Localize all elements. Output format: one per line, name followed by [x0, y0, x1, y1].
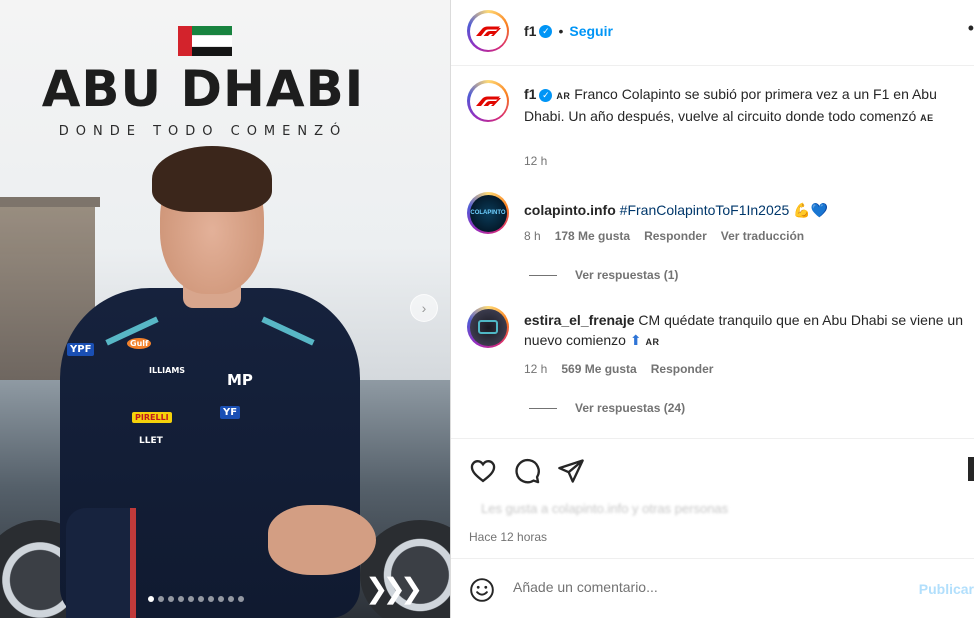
sponsor-logo: MP [227, 371, 253, 389]
view-replies-label: Ver respuestas (1) [575, 268, 679, 282]
heart-icon[interactable] [469, 457, 497, 485]
sponsor-logo: LLET [139, 436, 163, 446]
comment-item: estira_el_frenaje CM quédate tranquilo q… [467, 306, 967, 386]
post-sidebar: f1 ✓ • Seguir • f1 ✓ AR Franco Colapinto … [451, 0, 974, 618]
carousel-dot [208, 596, 214, 602]
image-headline: ABU DHABI [41, 60, 365, 118]
carousel-dot [158, 596, 164, 602]
verified-badge-icon: ✓ [539, 24, 553, 38]
driver-hands [268, 505, 376, 575]
caption-time[interactable]: 12 h [524, 154, 547, 168]
carousel-dot [178, 596, 184, 602]
carousel-dot [218, 596, 224, 602]
carousel-dot [168, 596, 174, 602]
sponsor-logo: YF [220, 406, 241, 419]
carousel-next-button[interactable]: › [410, 294, 438, 322]
reply-button[interactable]: Responder [644, 229, 707, 243]
driver-photo: YPF Gulf ILLIAMS MP YF PIRELLI LLET [40, 146, 380, 618]
translate-button[interactable]: Ver traducción [721, 229, 804, 243]
post-timestamp[interactable]: Hace 12 horas [469, 530, 547, 544]
carousel-dot [198, 596, 204, 602]
post-caption: f1 ✓ AR Franco Colapinto se subió por pri… [467, 80, 967, 175]
share-icon[interactable] [557, 457, 585, 485]
bookmark-icon[interactable] [968, 457, 974, 481]
f1-avatar[interactable] [467, 80, 509, 122]
emoji-icon[interactable] [469, 577, 495, 603]
commenter-avatar[interactable]: COLAPINTO [467, 192, 509, 234]
header-username[interactable]: f1 [524, 23, 536, 39]
sponsor-logo: ILLIAMS [149, 366, 186, 375]
chevron-right-icon: › [421, 300, 427, 316]
f1-logo-icon [476, 96, 501, 106]
comment-username[interactable]: estira_el_frenaje [524, 312, 635, 328]
view-replies-label: Ver respuestas (24) [575, 401, 686, 415]
flag-tag: AR [556, 91, 571, 101]
post-actions: Les gusta a colapinto.info y otras perso… [451, 438, 974, 558]
follow-button[interactable]: Seguir [569, 23, 613, 39]
view-replies-button[interactable]: Ver respuestas (24) [529, 401, 685, 415]
f1-logo-icon [476, 26, 501, 36]
likes-summary[interactable]: Les gusta a colapinto.info y otras perso… [481, 501, 728, 516]
comment-item: COLAPINTO colapinto.info #FranColapintoT… [467, 192, 967, 252]
post-header: f1 ✓ • Seguir • [451, 0, 974, 66]
chevrons-graphic: ❯❯❯ [365, 572, 423, 605]
sponsor-logo: Gulf [127, 338, 152, 349]
uae-flag-icon [178, 26, 232, 56]
carousel-dots [148, 596, 244, 602]
verified-badge-icon: ✓ [539, 88, 553, 102]
flag-tag: AE [920, 113, 934, 123]
comment-time[interactable]: 8 h [524, 229, 541, 243]
post-image[interactable]: ABU DHABI DONDE TODO COMENZÓ YPF Gulf IL… [0, 0, 450, 618]
comment-likes[interactable]: 178 Me gusta [555, 229, 630, 243]
separator-dot: • [558, 23, 564, 39]
reply-button[interactable]: Responder [651, 362, 714, 376]
publish-button[interactable]: Publicar [919, 581, 974, 597]
image-tagline: DONDE TODO COMENZÓ [58, 124, 348, 139]
view-replies-button[interactable]: Ver respuestas (1) [529, 268, 678, 282]
comment-username[interactable]: colapinto.info [524, 202, 616, 218]
commenter-avatar[interactable] [467, 306, 509, 348]
add-comment-bar: Publicar [451, 558, 974, 618]
flag-tag: AR [645, 337, 660, 347]
caption-username[interactable]: f1 [524, 86, 536, 102]
sponsor-logo: YPF [67, 343, 95, 356]
sponsor-logo: PIRELLI [132, 412, 172, 423]
arrow-up-emoji-icon: ⬆ [629, 332, 642, 348]
carousel-dot [238, 596, 244, 602]
f1-avatar[interactable] [467, 10, 509, 52]
carousel-dot [148, 596, 154, 602]
driver-hair [152, 146, 272, 212]
carousel-dot [188, 596, 194, 602]
caption-text: Franco Colapinto se subió por primera ve… [524, 86, 937, 124]
comment-text[interactable]: #FranColapintoToF1In2025 💪💙 [620, 202, 828, 218]
comment-likes[interactable]: 569 Me gusta [561, 362, 636, 376]
more-options-icon[interactable]: • [968, 18, 974, 39]
comment-time[interactable]: 12 h [524, 362, 547, 376]
carousel-dot [228, 596, 234, 602]
comment-icon[interactable] [513, 457, 541, 485]
comment-input[interactable] [513, 579, 913, 595]
